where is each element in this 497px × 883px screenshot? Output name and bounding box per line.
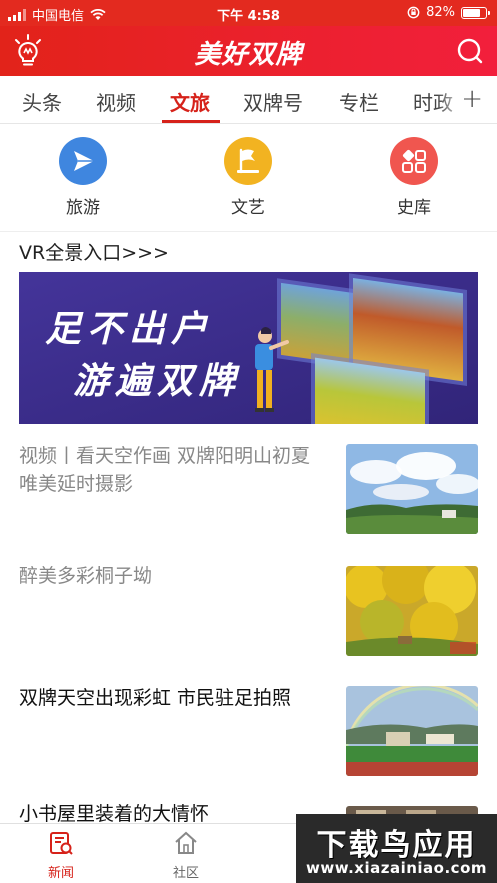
watermark: 下载鸟应用 www.xiazainiao.com bbox=[296, 814, 497, 883]
category-travel[interactable]: 旅游 bbox=[38, 137, 128, 218]
vr-panorama-link[interactable]: VR全景入口>>> bbox=[19, 238, 169, 265]
paper-plane-icon bbox=[59, 137, 107, 185]
tab-culture-travel[interactable]: 文旅 bbox=[170, 87, 210, 116]
nav-label: 社区 bbox=[172, 866, 199, 881]
status-bar: 中国电信 下午 4:58 82% bbox=[0, 0, 497, 26]
tab-headlines[interactable]: 头条 bbox=[22, 87, 62, 116]
flag-icon bbox=[224, 137, 272, 185]
battery-icon bbox=[461, 6, 490, 19]
category-label: 文艺 bbox=[231, 198, 265, 218]
category-label: 史库 bbox=[397, 198, 431, 218]
orientation-lock-icon bbox=[407, 6, 420, 19]
news-thumbnail bbox=[346, 686, 478, 776]
search-icon[interactable] bbox=[457, 38, 483, 64]
active-tab-indicator bbox=[162, 120, 220, 123]
category-arts[interactable]: 文艺 bbox=[203, 137, 293, 218]
nav-label: 新闻 bbox=[47, 866, 74, 881]
news-title: 醉美多彩桐子坳 bbox=[19, 565, 153, 587]
tab-column[interactable]: 专栏 bbox=[339, 87, 379, 116]
app-title: 美好双牌 bbox=[194, 40, 303, 70]
watermark-url: www.xiazainiao.com bbox=[305, 859, 488, 877]
category-label: 旅游 bbox=[66, 198, 100, 218]
news-thumbnail bbox=[346, 566, 478, 656]
promo-banner[interactable]: 足不出户 游遍双牌 bbox=[19, 272, 478, 424]
banner-slogan-1: 足不出户 bbox=[45, 308, 214, 350]
banner-slogan-2: 游遍双牌 bbox=[73, 360, 242, 402]
category-history[interactable]: 史库 bbox=[369, 137, 459, 218]
home-icon bbox=[175, 831, 197, 854]
channel-tabs: 头条 视频 文旅 双牌号 专栏 时政 + bbox=[0, 76, 497, 124]
category-shortcuts: 旅游 文艺 史库 bbox=[0, 125, 497, 225]
nav-community[interactable]: 社区 bbox=[156, 830, 216, 881]
tab-video[interactable]: 视频 bbox=[96, 87, 136, 116]
tab-shuangpai-account[interactable]: 双牌号 bbox=[243, 87, 303, 116]
list-item[interactable]: 视频丨看天空作画 双牌阳明山初夏唯美延时摄影 bbox=[0, 440, 497, 550]
watermark-title: 下载鸟应用 bbox=[316, 828, 477, 863]
grid-tiles-icon bbox=[390, 137, 438, 185]
news-title: 双牌天空出现彩虹 市民驻足拍照 bbox=[19, 687, 292, 709]
news-title: 视频丨看天空作画 双牌阳明山初夏唯美延时摄影 bbox=[19, 445, 311, 495]
app-bar: 美好双牌 bbox=[0, 26, 497, 76]
plus-icon[interactable]: + bbox=[461, 84, 483, 114]
list-item[interactable]: 双牌天空出现彩虹 市民驻足拍照 bbox=[0, 682, 497, 792]
news-thumbnail bbox=[346, 444, 478, 534]
list-item[interactable]: 醉美多彩桐子坳 bbox=[0, 562, 497, 662]
battery-percent: 82% bbox=[426, 5, 455, 20]
divider bbox=[0, 231, 497, 232]
nav-news[interactable]: 新闻 bbox=[31, 830, 91, 881]
news-icon bbox=[50, 832, 73, 855]
